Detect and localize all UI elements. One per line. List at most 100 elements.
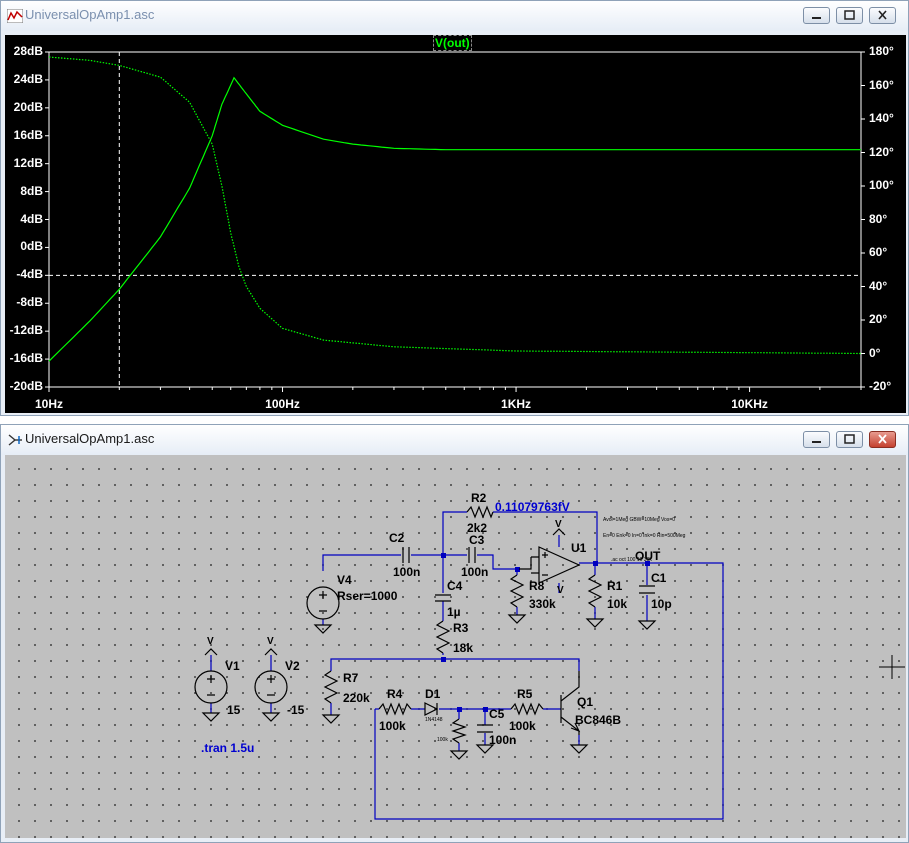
- phase-trace[interactable]: [48, 56, 862, 355]
- x-tick-label: 10KHz: [731, 397, 768, 411]
- ground: [449, 750, 469, 760]
- r3-value[interactable]: 18k: [453, 641, 473, 655]
- wire: [210, 655, 272, 713]
- plot-canvas[interactable]: [5, 35, 906, 413]
- y-right-tick-label: 140°: [869, 111, 894, 125]
- capacitor-c5: [477, 724, 493, 733]
- c5-value[interactable]: 100n: [489, 733, 516, 747]
- y-right-tick-label: 40°: [869, 278, 888, 293]
- c3-value[interactable]: 100n: [461, 565, 488, 579]
- resistor-r4: [378, 702, 412, 716]
- net-label-out[interactable]: OUT: [635, 549, 660, 563]
- schematic-window: UniversalOpAmp1.asc R2 2k2 0.11079763fV …: [0, 424, 909, 843]
- x-tick-label: 10Hz: [34, 397, 63, 411]
- magnitude-trace[interactable]: [48, 76, 861, 362]
- restore-icon: [837, 432, 862, 447]
- y-left-tick-label: 12dB: [13, 155, 43, 170]
- ground: [261, 712, 281, 722]
- schematic-icon: [8, 434, 22, 446]
- y-left-tick-label: -4dB: [16, 267, 43, 282]
- c2-name[interactable]: C2: [389, 531, 404, 545]
- v1-supply-label: V: [207, 636, 214, 647]
- schematic-close-button[interactable]: [869, 431, 896, 448]
- close-icon: [870, 8, 895, 23]
- resistor-r7: [323, 670, 339, 704]
- schematic-window-title: UniversalOpAmp1.asc: [25, 431, 155, 446]
- q1-name[interactable]: Q1: [577, 695, 593, 709]
- resistor-r2: [466, 505, 494, 519]
- y-left-tick-label: -8dB: [16, 295, 43, 310]
- resistor-r8: [509, 574, 525, 608]
- r2-name[interactable]: R2: [471, 491, 486, 505]
- d1-name[interactable]: D1: [425, 687, 440, 701]
- ground: [201, 712, 221, 722]
- r8-value[interactable]: 330k: [529, 597, 556, 611]
- ground: [637, 620, 657, 630]
- minimize-icon: [804, 432, 829, 447]
- r8-name[interactable]: R8: [529, 579, 544, 593]
- v4-name[interactable]: V4: [337, 573, 352, 587]
- c1-value[interactable]: 10p: [651, 597, 672, 611]
- v2-supply-label: V: [267, 636, 274, 647]
- probe-readout: 0.11079763fV: [495, 500, 570, 514]
- r7-value[interactable]: 220k: [343, 691, 370, 705]
- minimize-button[interactable]: [803, 7, 830, 24]
- v1-name[interactable]: V1: [225, 659, 240, 673]
- r7-name[interactable]: R7: [343, 671, 358, 685]
- v1-value[interactable]: 15: [227, 703, 240, 717]
- schematic-restore-button[interactable]: [836, 431, 863, 448]
- ground: [507, 614, 527, 624]
- u1-vplus-label: V: [555, 519, 562, 530]
- r6-value[interactable]: 100k: [437, 737, 448, 743]
- minimize-icon: [804, 8, 829, 23]
- capacitor-c1: [639, 585, 655, 594]
- v2-name[interactable]: V2: [285, 659, 300, 673]
- trace-label-vout[interactable]: V(out): [433, 35, 472, 51]
- capacitor-c2: [402, 547, 410, 563]
- schematic-canvas[interactable]: R2 2k2 0.11079763fV C2 100n C3 100n U1 A…: [5, 455, 906, 838]
- diode-d1: [424, 702, 439, 716]
- plot-window-titlebar[interactable]: UniversalOpAmp1.asc: [1, 1, 908, 31]
- restore-icon: [837, 8, 862, 23]
- bode-plot[interactable]: V(out) 28dB 24dB 20dB 16dB 12dB 8dB 4dB 0dB -4dB…: [5, 35, 906, 413]
- plot-window: UniversalOpAmp1.asc V(out) 28dB 24dB 20dB 1…: [0, 0, 909, 416]
- r4-name[interactable]: R4: [387, 687, 402, 701]
- c1-name[interactable]: C1: [651, 571, 666, 585]
- c4-name[interactable]: C4: [447, 579, 462, 593]
- y-right-tick-label: 100°: [869, 178, 894, 192]
- c2-value[interactable]: 100n: [393, 565, 420, 579]
- u1-vminus-label: V: [557, 585, 564, 596]
- c3-name[interactable]: C3: [469, 533, 484, 547]
- plot-window-title: UniversalOpAmp1.asc: [25, 7, 155, 22]
- opamp-params-1[interactable]: Avol=1Meg GBW=10Meg Vos=0: [603, 517, 675, 523]
- close-icon: [870, 432, 895, 447]
- u1-name[interactable]: U1: [571, 541, 586, 555]
- r1-value[interactable]: 10k: [607, 597, 627, 611]
- v2-value[interactable]: -15: [287, 703, 304, 717]
- opamp-params-2[interactable]: En=0 Enk=0 In=0 Ink=0 Rin=500Meg: [603, 533, 685, 539]
- tran-directive[interactable]: .tran 1.5u: [201, 741, 254, 755]
- r3-name[interactable]: R3: [453, 621, 468, 635]
- c4-value[interactable]: 1µ: [447, 605, 461, 619]
- d1-model[interactable]: 1N4148: [425, 717, 443, 723]
- r5-value[interactable]: 100k: [509, 719, 536, 733]
- r4-value[interactable]: 100k: [379, 719, 406, 733]
- schematic-window-titlebar[interactable]: UniversalOpAmp1.asc: [1, 425, 908, 455]
- y-right-tick-label: 180°: [869, 44, 894, 58]
- c5-name[interactable]: C5: [489, 707, 504, 721]
- y-right-tick-label: -20°: [869, 379, 892, 393]
- y-left-tick-label: -20dB: [9, 379, 43, 393]
- r5-name[interactable]: R5: [517, 687, 532, 701]
- v4-value[interactable]: Rser=1000: [337, 589, 397, 603]
- y-right-tick-label: 20°: [869, 312, 888, 326]
- q1-model[interactable]: BC846B: [575, 713, 621, 727]
- ground: [585, 618, 605, 628]
- schematic-minimize-button[interactable]: [803, 431, 830, 448]
- y-left-tick-label: 8dB: [20, 183, 43, 198]
- x-tick-label: 1KHz: [501, 397, 532, 411]
- resistor-r6: [451, 718, 467, 744]
- supply-arrow: [264, 648, 278, 656]
- close-button[interactable]: [869, 7, 896, 24]
- r1-name[interactable]: R1: [607, 579, 622, 593]
- restore-button[interactable]: [836, 7, 863, 24]
